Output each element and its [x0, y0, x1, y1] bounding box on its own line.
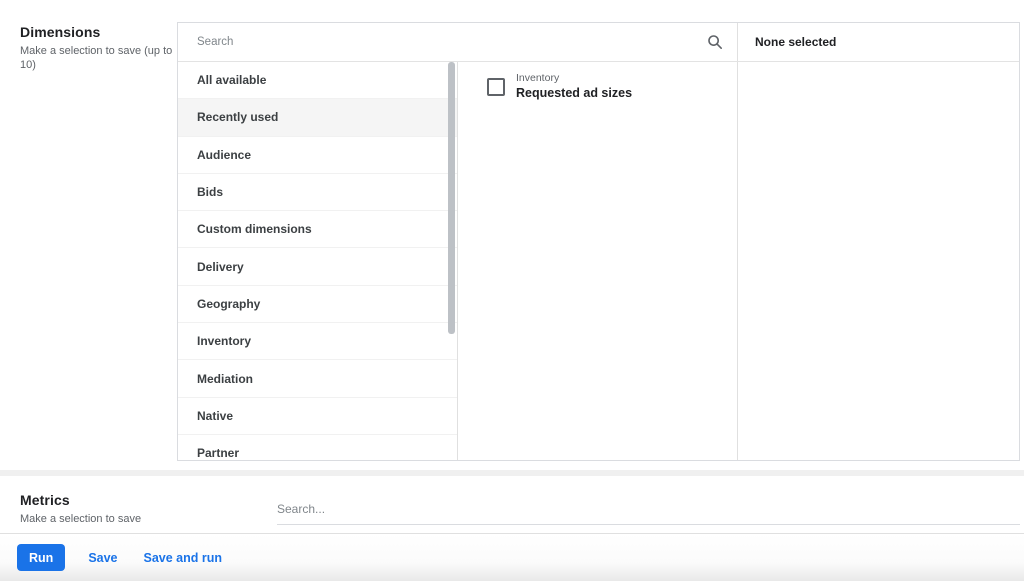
- dimensions-search-input[interactable]: [197, 36, 707, 48]
- metrics-subtitle: Make a selection to save: [20, 512, 220, 526]
- selected-dimensions-column: [738, 62, 1019, 460]
- dimensions-title: Dimensions: [20, 24, 178, 40]
- selected-summary: None selected: [738, 23, 1019, 61]
- metrics-search-input[interactable]: [277, 498, 1020, 525]
- dimensions-header: Dimensions Make a selection to save (up …: [20, 24, 178, 72]
- dimensions-search-area: [178, 23, 738, 61]
- dimension-category-all-available[interactable]: All available: [178, 62, 457, 99]
- dimension-item-label: Requested ad sizes: [516, 85, 632, 101]
- metrics-title: Metrics: [20, 492, 220, 508]
- dimension-category-delivery[interactable]: Delivery: [178, 248, 457, 285]
- dimension-category-inventory[interactable]: Inventory: [178, 323, 457, 360]
- dimension-items-column: Inventory Requested ad sizes: [458, 62, 738, 460]
- save-and-run-button[interactable]: Save and run: [144, 551, 223, 565]
- dimension-item-group: Inventory: [516, 72, 632, 85]
- dimension-category-partner[interactable]: Partner: [178, 435, 457, 460]
- dimensions-picker-panel: None selected All availableRecently used…: [177, 22, 1020, 461]
- metrics-search-area: [277, 498, 1020, 525]
- dimension-category-custom-dimensions[interactable]: Custom dimensions: [178, 211, 457, 248]
- requested-ad-sizes-checkbox[interactable]: [487, 78, 505, 96]
- dimension-category-list: All availableRecently usedAudienceBidsCu…: [178, 62, 458, 460]
- save-button[interactable]: Save: [88, 551, 117, 565]
- dimension-category-native[interactable]: Native: [178, 398, 457, 435]
- dimension-category-recently-used[interactable]: Recently used: [178, 99, 457, 136]
- run-button[interactable]: Run: [17, 544, 65, 571]
- dimensions-subtitle: Make a selection to save (up to 10): [20, 44, 178, 72]
- picker-body: All availableRecently usedAudienceBidsCu…: [178, 62, 1019, 460]
- dimension-item-requested-ad-sizes[interactable]: Inventory Requested ad sizes: [458, 62, 737, 101]
- dimension-category-geography[interactable]: Geography: [178, 286, 457, 323]
- category-list-scrollbar[interactable]: [448, 62, 455, 334]
- search-icon[interactable]: [707, 34, 723, 50]
- picker-header-row: None selected: [178, 23, 1019, 62]
- dimension-category-audience[interactable]: Audience: [178, 137, 457, 174]
- action-bar: Run Save Save and run: [0, 534, 1024, 581]
- dimension-category-mediation[interactable]: Mediation: [178, 360, 457, 397]
- section-separator: [0, 470, 1024, 476]
- dimension-category-bids[interactable]: Bids: [178, 174, 457, 211]
- dimension-item-labels: Inventory Requested ad sizes: [516, 72, 632, 101]
- metrics-header: Metrics Make a selection to save: [20, 492, 220, 526]
